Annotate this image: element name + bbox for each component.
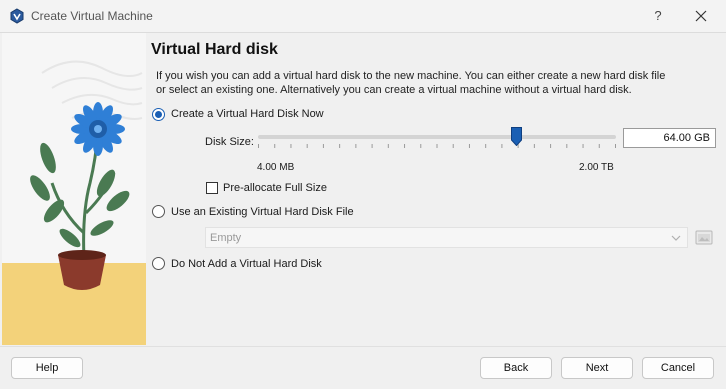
slider-min-label: 4.00 MB [257,162,295,173]
radio-no-disk[interactable] [152,257,165,270]
radio-create-now-label[interactable]: Create a Virtual Hard Disk Now [171,108,324,120]
close-icon[interactable] [693,8,709,24]
help-icon[interactable]: ? [651,8,665,24]
preallocate-checkbox[interactable] [206,182,218,194]
slider-max-label: 2.00 TB [579,162,614,173]
radio-no-disk-label[interactable]: Do Not Add a Virtual Hard Disk [171,258,322,270]
radio-use-existing-label[interactable]: Use an Existing Virtual Hard Disk File [171,206,354,218]
chevron-down-icon [671,235,681,241]
flower-illustration [2,33,146,345]
window-title: Create Virtual Machine [31,9,153,23]
radio-create-now[interactable] [152,108,165,121]
slider-ticks [258,144,616,148]
folder-icon[interactable] [694,227,714,247]
existing-disk-value: Empty [210,232,242,244]
disk-size-input[interactable]: 64.00 GB [623,128,716,148]
disk-size-slider-track[interactable] [258,135,616,139]
title-bar: Create Virtual Machine ? [0,0,726,32]
next-button[interactable]: Next [561,357,633,379]
preallocate-label[interactable]: Pre-allocate Full Size [223,182,327,194]
cancel-button[interactable]: Cancel [642,357,714,379]
virtualbox-logo-icon [10,8,24,24]
disk-size-label: Disk Size: [205,136,254,148]
back-button[interactable]: Back [480,357,552,379]
help-button[interactable]: Help [11,357,83,379]
page-description: If you wish you can add a virtual hard d… [156,70,666,96]
radio-use-existing[interactable] [152,205,165,218]
existing-disk-select[interactable]: Empty [205,227,688,248]
slider-handle-icon[interactable] [510,127,522,146]
page-title: Virtual Hard disk [151,41,278,58]
